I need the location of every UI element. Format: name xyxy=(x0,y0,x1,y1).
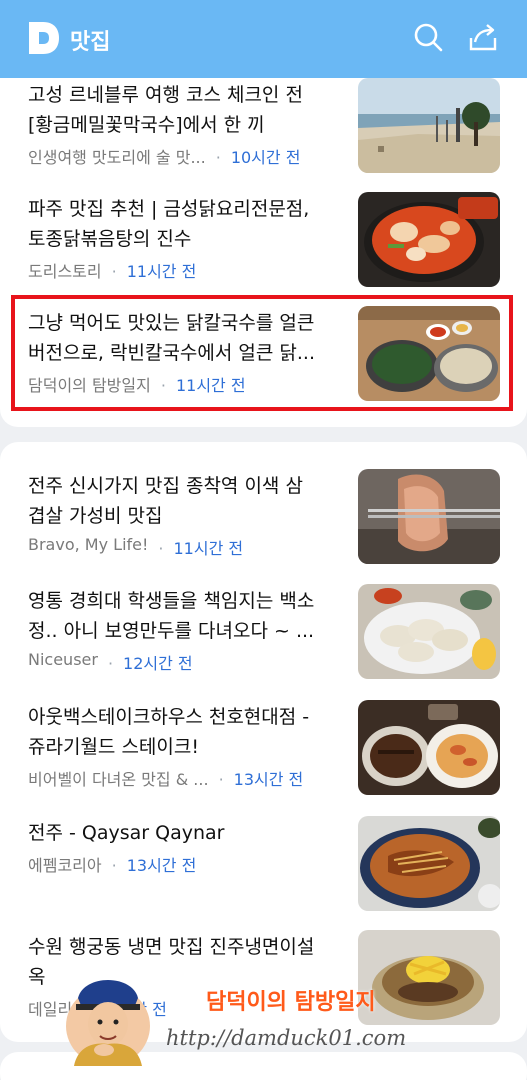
item-meta: Bravo, My Life! · 11시간 전 xyxy=(28,535,244,558)
item-time: 12시간 전 xyxy=(123,654,193,673)
item-title[interactable]: 영통 경희대 학생들을 책임지는 백소 정.. 아니 보영만두를 다녀오다 ~ … xyxy=(28,586,340,646)
daum-logo-icon[interactable] xyxy=(27,20,61,56)
item-thumbnail[interactable] xyxy=(358,584,500,679)
list-item[interactable]: 영통 경희대 학생들을 책임지는 백소 정.. 아니 보영만두를 다녀오다 ~ … xyxy=(0,584,527,684)
dumpling-photo xyxy=(358,584,500,679)
item-thumbnail[interactable] xyxy=(358,78,500,173)
list-item[interactable]: 고성 르네블루 여행 코스 체크인 전 [황금메밀꽃막국수]에서 한 끼 인생여… xyxy=(0,78,527,178)
item-source: 인생여행 맛도리에 술 맛... xyxy=(28,148,206,167)
search-icon[interactable] xyxy=(413,22,443,52)
item-thumbnail[interactable] xyxy=(358,192,500,287)
item-meta: 비어벨이 다녀온 맛집 & ... · 13시간 전 xyxy=(28,766,348,790)
item-source: 에펨코리아 xyxy=(28,856,102,875)
item-title[interactable]: 아웃백스테이크하우스 천호현대점 - 쥬라기월드 스테이크! xyxy=(28,702,340,762)
item-source: 도리스토리 xyxy=(28,262,102,281)
item-source: 비어벨이 다녀온 맛집 & ... xyxy=(28,770,209,789)
item-time: 11시간 전 xyxy=(126,262,197,281)
watermark-url: http://damduck01.com xyxy=(166,1026,407,1050)
beach-photo xyxy=(358,78,500,173)
item-thumbnail[interactable] xyxy=(358,930,500,1025)
watermark-avatar-icon xyxy=(66,980,150,1066)
item-source: Bravo, My Life! xyxy=(28,535,149,554)
item-title[interactable]: 파주 맛집 추천 | 금성닭요리전문점, 토종닭볶음탕의 진수 xyxy=(28,194,340,254)
item-time: 13시간 전 xyxy=(233,770,304,789)
item-thumbnail[interactable] xyxy=(358,816,500,911)
item-time: 10시간 전 xyxy=(230,148,301,167)
item-time: 11시간 전 xyxy=(173,539,244,558)
item-meta: 도리스토리 · 11시간 전 xyxy=(28,258,348,282)
page-title: 맛집 xyxy=(70,30,111,55)
list-item[interactable]: 아웃백스테이크하우스 천호현대점 - 쥬라기월드 스테이크! 비어벨이 다녀온 … xyxy=(0,700,527,800)
item-meta: 인생여행 맛도리에 술 맛... · 10시간 전 xyxy=(28,144,348,168)
item-thumbnail[interactable] xyxy=(358,700,500,795)
selection-highlight xyxy=(11,295,513,411)
item-meta: Niceuser · 12시간 전 xyxy=(28,650,193,673)
list-item[interactable]: 전주 - Qaysar Qaynar 에펨코리아 · 13시간 전 xyxy=(0,816,527,916)
item-thumbnail[interactable] xyxy=(358,469,500,564)
list-item[interactable]: 전주 신시가지 맛집 종착역 이색 삼 겹살 가성비 맛집 Bravo, My … xyxy=(0,469,527,569)
cold-noodle-photo xyxy=(358,930,500,1025)
pork-belly-photo xyxy=(358,469,500,564)
item-time: 13시간 전 xyxy=(126,856,197,875)
steak-photo xyxy=(358,700,500,795)
chicken-stew-photo xyxy=(358,192,500,287)
share-icon[interactable] xyxy=(468,22,498,52)
item-title[interactable]: 전주 - Qaysar Qaynar xyxy=(28,818,340,848)
plov-photo xyxy=(358,816,500,911)
item-meta: 에펨코리아 · 13시간 전 xyxy=(28,852,348,876)
item-title[interactable]: 전주 신시가지 맛집 종착역 이색 삼 겹살 가성비 맛집 xyxy=(28,471,340,531)
item-source: Niceuser xyxy=(28,650,98,669)
app-header: 맛집 xyxy=(0,0,527,78)
watermark-title: 담덕이의 탐방일지 xyxy=(206,990,376,1015)
list-item[interactable]: 파주 맛집 추천 | 금성닭요리전문점, 토종닭볶음탕의 진수 도리스토리 · 11… xyxy=(0,192,527,292)
item-title[interactable]: 고성 르네블루 여행 코스 체크인 전 [황금메밀꽃막국수]에서 한 끼 xyxy=(28,80,340,140)
